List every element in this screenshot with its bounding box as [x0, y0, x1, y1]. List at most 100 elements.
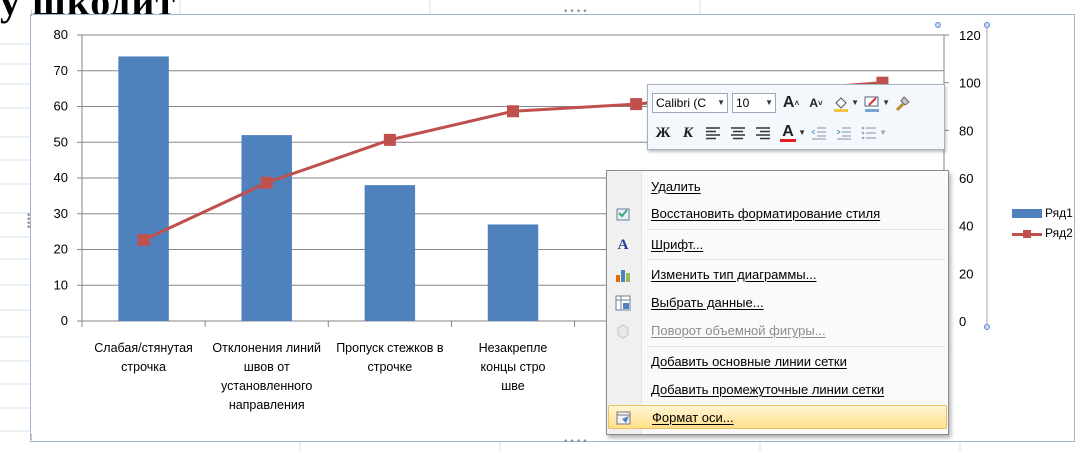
- legend-swatch-bar-icon: [1012, 209, 1042, 218]
- grow-font-button[interactable]: A ˄: [780, 92, 802, 114]
- y-axis-left-tick-label: 0: [61, 313, 68, 328]
- menu-item-label: Удалить: [651, 179, 701, 194]
- menu-item-reset-style[interactable]: Восстановить форматирование стиля: [608, 202, 947, 226]
- y-axis-right-tick-label: 60: [959, 171, 973, 186]
- y-axis-left-tick-label: 20: [54, 242, 68, 257]
- font-color-icon: A: [782, 123, 794, 140]
- font-color-swatch: [780, 139, 796, 142]
- x-axis-category-label-line: направления: [228, 398, 305, 412]
- x-axis-category-label-line: строчка: [121, 360, 166, 374]
- increase-indent-icon: [836, 127, 851, 140]
- bold-icon: Ж: [655, 124, 671, 141]
- font-color-button[interactable]: A ▼: [777, 122, 806, 144]
- bar-series1: [118, 56, 169, 321]
- y-axis-left-tick-label: 70: [54, 63, 68, 78]
- menu-item-3d-rotation[interactable]: Поворот объемной фигуры...: [608, 319, 947, 343]
- y-axis-left-tick-label: 80: [54, 27, 68, 42]
- outline-color-button[interactable]: ▼: [861, 92, 890, 114]
- font-name-value: Calibri (С: [656, 96, 707, 110]
- shrink-font-icon: A: [809, 96, 818, 110]
- x-axis-category-label-line: швов от: [243, 360, 290, 374]
- pencil-outline-icon: [864, 96, 879, 112]
- select-data-icon: [614, 294, 632, 312]
- line-marker-series2: [383, 133, 396, 146]
- format-painter-button[interactable]: [892, 92, 914, 114]
- y-axis-left-tick-label: 30: [54, 206, 68, 221]
- axis-selection-handle: [984, 22, 990, 28]
- axis-selection-handle: [935, 22, 941, 28]
- x-axis-category-label: Незакрепле концы стро шве: [443, 339, 583, 396]
- line-marker-series2: [260, 176, 273, 189]
- paint-bucket-icon: [834, 97, 848, 112]
- increase-indent-button[interactable]: [833, 122, 855, 144]
- chevron-down-icon: ▼: [717, 98, 725, 107]
- menu-item-label: Изменить тип диаграммы...: [651, 267, 817, 282]
- x-axis-category-label-line: установленного: [221, 379, 313, 393]
- x-axis-category-label-line: Пропуск стежков в: [336, 341, 444, 355]
- line-marker-series2: [507, 105, 519, 118]
- menu-item-format-axis[interactable]: Формат оси...: [608, 405, 947, 429]
- menu-item-font[interactable]: A Шрифт...: [608, 233, 947, 257]
- italic-icon: К: [682, 124, 694, 141]
- menu-separator: [647, 259, 945, 260]
- menu-item-delete[interactable]: Удалить: [608, 175, 947, 199]
- y-axis-right-tick-label: 100: [959, 76, 981, 91]
- menu-item-label: Шрифт...: [651, 237, 704, 252]
- x-axis-category-label-line: шве: [501, 379, 525, 393]
- decrease-indent-icon: [811, 127, 826, 140]
- x-axis-category-label-line: Отклонения линий: [212, 341, 321, 355]
- bullets-icon: [861, 126, 876, 140]
- x-axis-category-label: Отклонения линий швов от установленного нап…: [197, 339, 337, 415]
- menu-item-label: Поворот объемной фигуры...: [651, 323, 826, 338]
- font-size-combo[interactable]: 10 ▼: [732, 93, 776, 113]
- menu-separator: [647, 346, 945, 347]
- font-name-combo[interactable]: Calibri (С ▼: [652, 93, 728, 113]
- fill-color-button[interactable]: ▼: [830, 92, 859, 114]
- y-axis-right-tick-label: 20: [959, 266, 973, 281]
- 3d-rotation-icon: [614, 322, 632, 340]
- x-axis-category-label-line: концы стро: [480, 360, 546, 374]
- line-marker-series2: [630, 98, 643, 111]
- bar-series1: [241, 135, 292, 321]
- align-right-icon: [756, 127, 770, 140]
- x-axis-category-label-line: строчке: [367, 360, 413, 374]
- line-marker-series2: [137, 233, 150, 246]
- menu-separator: [647, 229, 945, 230]
- bar-series1: [364, 185, 416, 321]
- menu-item-add-major-gridlines[interactable]: Добавить основные линии сетки: [608, 350, 947, 374]
- mini-formatting-toolbar: Calibri (С ▼ 10 ▼ A ˄ A ˅ ▼ ▼ Ж К A ▼ ▼: [647, 84, 945, 150]
- decrease-indent-button[interactable]: [808, 122, 830, 144]
- italic-button[interactable]: К: [677, 122, 699, 144]
- brush-icon: [895, 96, 910, 112]
- align-right-button[interactable]: [752, 122, 774, 144]
- align-center-icon: [731, 127, 745, 140]
- chart-type-icon: [614, 266, 632, 284]
- menu-item-label: Добавить промежуточные линии сетки: [651, 382, 885, 397]
- menu-item-label: Выбрать данные...: [651, 295, 764, 310]
- menu-item-change-chart-type[interactable]: Изменить тип диаграммы...: [608, 263, 947, 287]
- align-left-button[interactable]: [702, 122, 724, 144]
- x-axis-category-label-line: Незакрепле: [478, 341, 548, 355]
- menu-item-select-data[interactable]: Выбрать данные...: [608, 291, 947, 315]
- align-center-button[interactable]: [727, 122, 749, 144]
- menu-item-add-minor-gridlines[interactable]: Добавить промежуточные линии сетки: [608, 378, 947, 402]
- shrink-font-button[interactable]: A ˅: [805, 92, 827, 114]
- bold-button[interactable]: Ж: [652, 122, 674, 144]
- y-axis-left-tick-label: 50: [54, 134, 68, 149]
- chevron-down-icon: ▼: [765, 98, 773, 107]
- legend-label-series2: Ряд2: [1045, 226, 1073, 240]
- menu-item-label: Восстановить форматирование стиля: [651, 206, 881, 221]
- legend-swatch-line-icon: [1012, 230, 1042, 238]
- font-icon: A: [617, 236, 629, 253]
- x-axis-category-label: Слабая/стянутая строчка: [74, 339, 214, 377]
- bullets-button[interactable]: ▼: [858, 122, 887, 144]
- legend-label-series1: Ряд1: [1045, 206, 1073, 220]
- menu-item-label: Добавить основные линии сетки: [651, 354, 847, 369]
- y-axis-left-tick-label: 10: [54, 277, 68, 292]
- align-left-icon: [706, 127, 720, 140]
- y-axis-right-tick-label: 0: [959, 314, 966, 329]
- grow-font-icon: A: [782, 94, 795, 111]
- y-axis-right-tick-label: 80: [959, 123, 973, 138]
- x-axis-category-label: Пропуск стежков в строчке: [320, 339, 460, 377]
- y-axis-left-tick-label: 60: [54, 99, 68, 114]
